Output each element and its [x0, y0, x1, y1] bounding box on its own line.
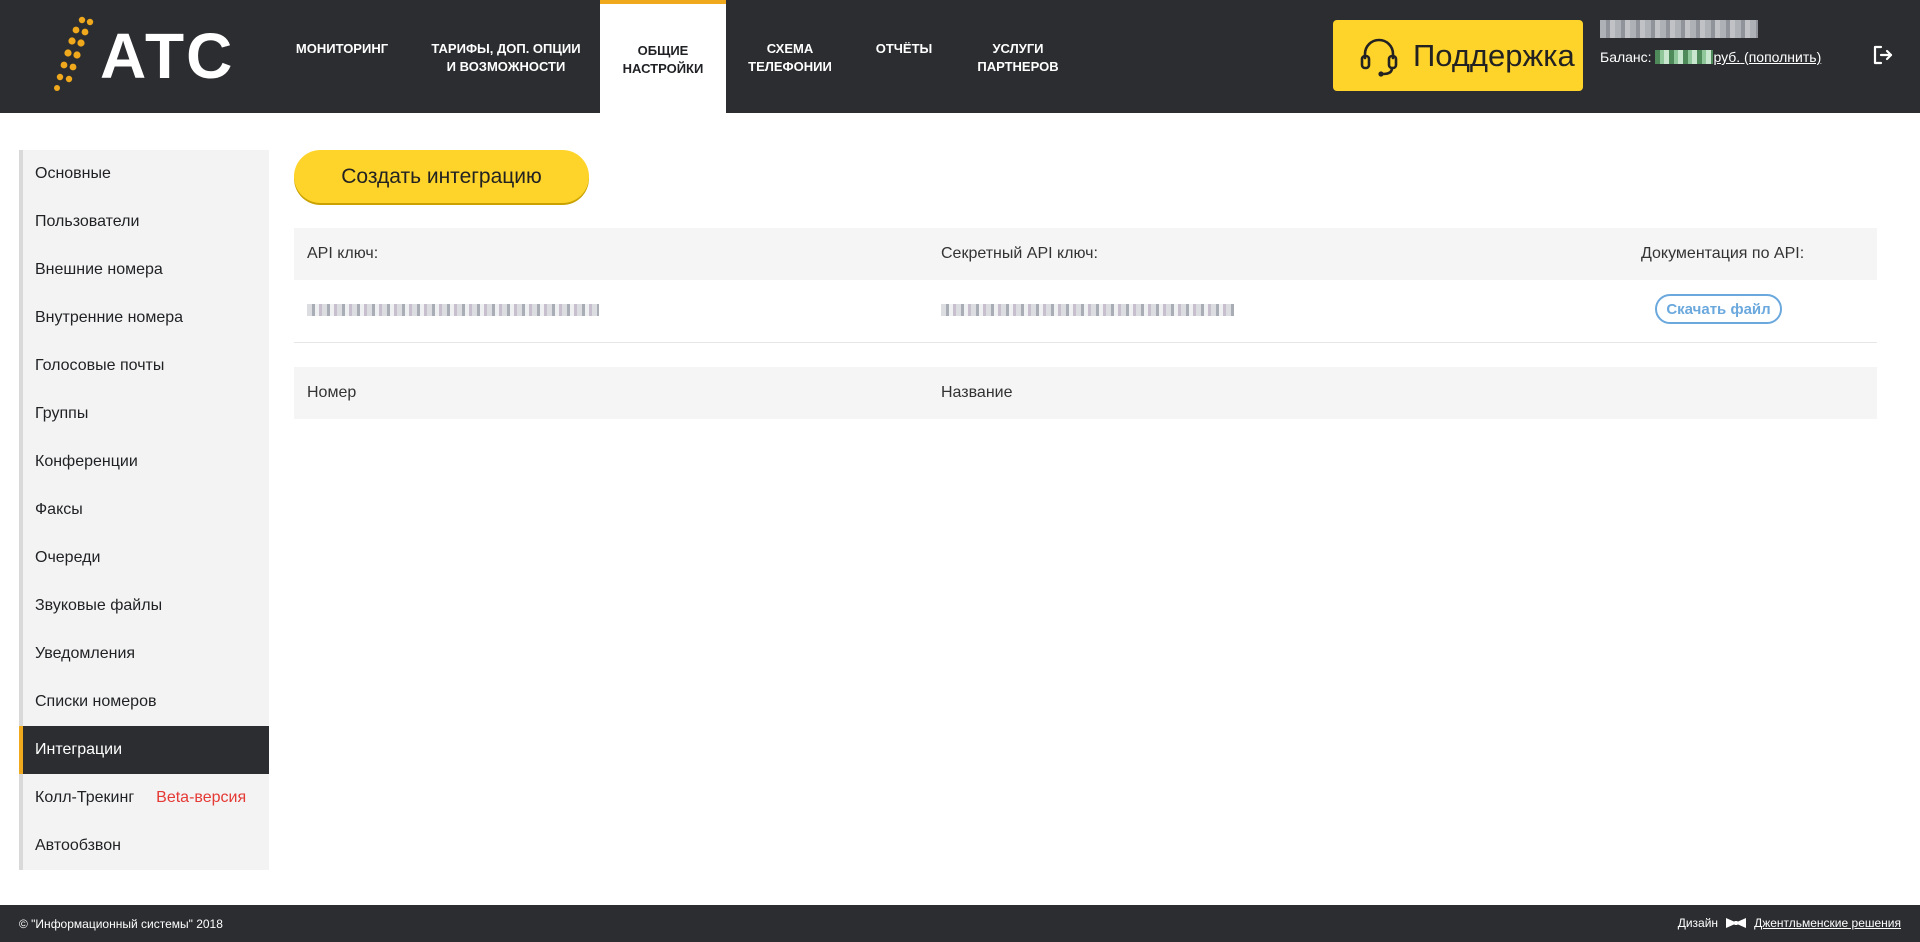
sidebar-item-label: Уведомления: [35, 645, 136, 662]
api-table-header: API ключ: Секретный API ключ: Документац…: [294, 228, 1877, 280]
sidebar-item-voicemail[interactable]: Голосовые почты: [23, 342, 269, 390]
api-key-row: [294, 280, 1877, 343]
sidebar-item-label: Группы: [35, 405, 89, 422]
sidebar-item-label: Колл-Трекинг: [35, 789, 135, 806]
sidebar-item-label: Пользователи: [35, 213, 140, 230]
sidebar-item-queues[interactable]: Очереди: [23, 534, 269, 582]
sidebar-item-integrations[interactable]: Интеграции: [19, 726, 269, 774]
logo-dots-icon: [54, 16, 94, 91]
col-api-key: API ключ:: [307, 245, 379, 262]
sidebar-item-label: Интеграции: [35, 741, 123, 758]
col-secret-key: Секретный API ключ:: [941, 245, 1098, 262]
topup-label: (пополнить): [1744, 49, 1822, 65]
settings-sidebar: Основные Пользователи Внешние номера Вну…: [19, 150, 269, 870]
design-credit: Дизайн Джентльменские решения: [1678, 916, 1901, 930]
nav-general-settings[interactable]: Общие настройки: [600, 0, 726, 113]
sidebar-item-autodial[interactable]: Автообзвон: [23, 822, 269, 870]
col-docs: Документация по API:: [1641, 245, 1805, 262]
col-number: Номер: [307, 384, 357, 401]
nav-reports[interactable]: Отчёты: [854, 0, 954, 113]
design-label: Дизайн: [1677, 916, 1719, 930]
bowtie-icon: [1726, 918, 1747, 928]
sidebar-item-label: Очереди: [35, 549, 101, 566]
support-label: Поддержка: [1413, 37, 1575, 73]
sidebar-item-call-tracking[interactable]: Колл-Трекинг Beta-версия: [23, 774, 269, 822]
balance-amount-masked: [1655, 50, 1714, 64]
studio-link[interactable]: Джентльменские решения: [1754, 916, 1901, 930]
nav-partner-services[interactable]: Услуги партнеров: [954, 0, 1082, 113]
nav-label: партнеров: [977, 59, 1059, 74]
balance-currency: руб.: [1713, 49, 1741, 65]
sidebar-item-external-numbers[interactable]: Внешние номера: [23, 246, 269, 294]
sidebar-item-conferences[interactable]: Конференции: [23, 438, 269, 486]
support-button[interactable]: Поддержка: [1333, 20, 1583, 91]
sidebar-item-internal-numbers[interactable]: Внутренние номера: [23, 294, 269, 342]
sidebar-item-label: Внешние номера: [35, 261, 163, 278]
sidebar-item-faxes[interactable]: Факсы: [23, 486, 269, 534]
balance: Баланс: руб. (пополнить): [1600, 49, 1821, 65]
sidebar-item-label: Основные: [35, 165, 111, 182]
sidebar-item-label: Голосовые почты: [35, 357, 165, 374]
api-keys-table: API ключ: Секретный API ключ: Документац…: [294, 228, 1877, 343]
sidebar-item-number-lists[interactable]: Списки номеров: [23, 678, 269, 726]
main-nav: Мониторинг Тарифы, доп. опции и возможнос…: [272, 0, 1082, 113]
sidebar-item-main[interactable]: Основные: [23, 150, 269, 198]
secret-key-value-masked[interactable]: [941, 304, 1234, 316]
nav-telephony-scheme[interactable]: Схема телефонии: [726, 0, 854, 113]
sidebar-item-label: Автообзвон: [35, 837, 121, 854]
logo[interactable]: АТС: [52, 14, 232, 100]
numbers-table-header: Номер Название: [294, 367, 1877, 419]
nav-label: настройки: [622, 61, 704, 76]
nav-label: Тарифы, доп. опции: [431, 41, 581, 56]
create-integration-button[interactable]: Создать интеграцию: [294, 150, 589, 203]
nav-monitoring[interactable]: Мониторинг: [272, 0, 412, 113]
sidebar-item-notifications[interactable]: Уведомления: [23, 630, 269, 678]
col-name: Название: [941, 384, 1013, 401]
copyright: © "Информационный системы" 2018: [19, 917, 223, 931]
nav-label: и возможности: [446, 59, 566, 74]
nav-label: Общие: [637, 43, 689, 58]
topup-link[interactable]: руб. (пополнить): [1713, 49, 1821, 65]
sidebar-item-users[interactable]: Пользователи: [23, 198, 269, 246]
nav-label: Услуги: [992, 41, 1044, 56]
logout-icon[interactable]: [1872, 44, 1894, 66]
sidebar-item-label: Факсы: [35, 501, 83, 518]
nav-label: Схема: [766, 41, 814, 56]
sidebar-item-label: Звуковые файлы: [35, 597, 163, 614]
top-header: АТС Мониторинг Тарифы, доп. опции и возмо…: [0, 0, 1920, 113]
sidebar-item-sound-files[interactable]: Звуковые файлы: [23, 582, 269, 630]
user-name-masked: [1600, 20, 1758, 38]
nav-label: Отчёты: [875, 41, 933, 56]
sidebar-item-label: Списки номеров: [35, 693, 157, 710]
logo-text: АТС: [100, 20, 235, 92]
sidebar-item-groups[interactable]: Группы: [23, 390, 269, 438]
api-key-value-masked[interactable]: [307, 304, 599, 316]
balance-label: Баланс:: [1600, 49, 1652, 65]
footer: © "Информационный системы" 2018 Дизайн Д…: [0, 905, 1920, 942]
beta-badge: Beta-версия: [156, 789, 247, 806]
download-file-button[interactable]: Скачать файл: [1655, 294, 1782, 324]
sidebar-item-label: Внутренние номера: [35, 309, 184, 326]
nav-label: телефонии: [748, 59, 832, 74]
headset-icon: [1360, 38, 1398, 77]
nav-label: Мониторинг: [295, 41, 389, 56]
nav-tariffs[interactable]: Тарифы, доп. опции и возможности: [412, 0, 600, 113]
sidebar-item-label: Конференции: [35, 453, 138, 470]
